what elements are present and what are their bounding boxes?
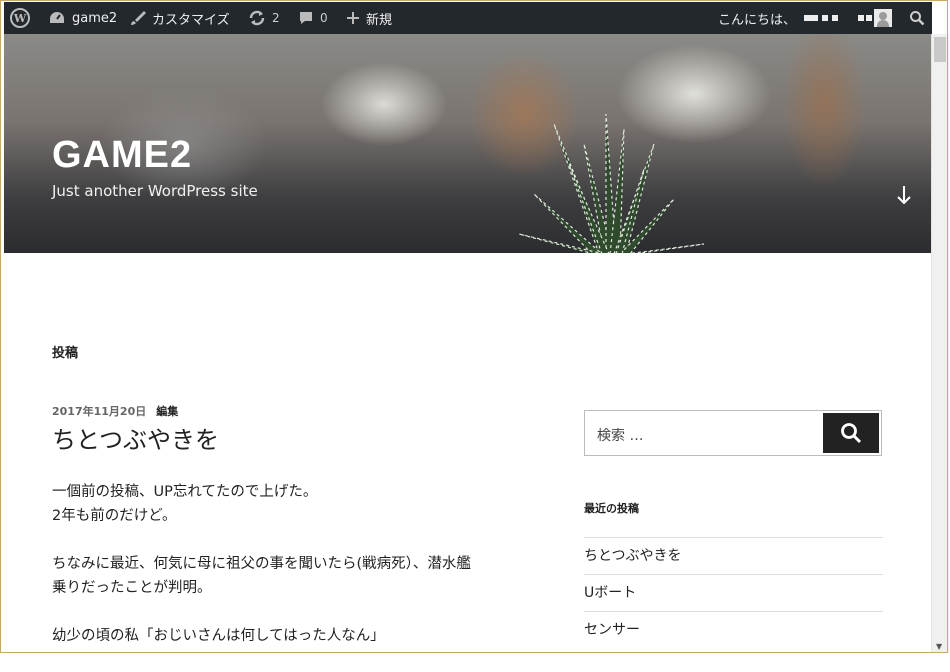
plus-icon — [347, 12, 359, 24]
post-paragraph: 一個前の投稿、UP忘れてたので上げた。 2年も前のだけど。 — [52, 480, 471, 528]
recent-post-link[interactable]: Uボート — [584, 574, 883, 611]
new-label: 新規 — [366, 12, 393, 28]
updates-button[interactable]: 2 — [248, 2, 280, 34]
recent-posts-title: 最近の投稿 — [584, 502, 639, 515]
greeting-label: こんにちは、 — [718, 12, 797, 28]
post-line: 2年も前のだけど。 — [52, 508, 177, 524]
site-name-label: game2 — [72, 10, 118, 26]
site-header: GAME2 Just another WordPress site — [4, 34, 931, 253]
recent-post-link[interactable]: ちとつぶやきを — [584, 537, 883, 574]
redacted-username — [822, 15, 828, 21]
post-title[interactable]: ちとつぶやきを — [52, 420, 219, 455]
redacted-username — [804, 15, 818, 21]
brush-icon — [131, 11, 146, 25]
customize-button[interactable]: カスタマイズ — [130, 2, 230, 34]
post-line: 一個前の投稿、UP忘れてたので上げた。 — [52, 484, 318, 500]
new-content-button[interactable]: 新規 — [346, 2, 392, 34]
redacted-username — [858, 15, 864, 21]
post-line: ちなみに最近、何気に母に祖父の事を聞いたら(戦病死）、潜水艦 — [52, 556, 471, 572]
my-account-menu[interactable]: こんにちは、 — [718, 2, 796, 34]
search-submit-button[interactable] — [823, 413, 879, 453]
edit-post-link[interactable]: 編集 — [156, 405, 178, 418]
vertical-scrollbar[interactable]: ▼ — [931, 34, 949, 653]
post-line: 乗りだったことが判明。 — [52, 580, 212, 596]
redacted-username — [866, 15, 872, 21]
scroll-down-arrow-icon[interactable] — [896, 184, 912, 212]
site-tagline: Just another WordPress site — [52, 182, 258, 200]
customize-label: カスタマイズ — [152, 12, 230, 28]
wordpress-icon: W — [10, 8, 30, 28]
search-icon — [910, 11, 925, 26]
post-meta: 2017年11月20日 編集 — [52, 403, 178, 419]
site-name-menu[interactable]: game2 — [48, 2, 117, 34]
sidebar-search-form: 検索 … — [584, 410, 882, 456]
post-paragraph: 幼少の頃の私「おじいさんは何してはった人なん」 — [52, 624, 471, 648]
redacted-username — [832, 15, 838, 21]
site-title[interactable]: GAME2 — [52, 134, 192, 177]
recent-post-link[interactable]: センサー — [584, 611, 883, 648]
post-paragraph: ちなみに最近、何気に母に祖父の事を聞いたら(戦病死）、潜水艦 乗りだったことが判… — [52, 552, 471, 600]
scroll-down-button[interactable]: ▼ — [936, 642, 942, 651]
scrollbar-thumb[interactable] — [934, 37, 946, 62]
wordpress-logo-button[interactable]: W — [10, 2, 30, 34]
adminbar-search-button[interactable] — [905, 2, 929, 34]
dashboard-icon — [50, 12, 64, 23]
post-line: 幼少の頃の私「おじいさんは何してはった人なん」 — [52, 628, 385, 644]
post-date-link[interactable]: 2017年11月20日 — [52, 405, 146, 418]
avatar[interactable] — [874, 9, 892, 27]
page-heading: 投稿 — [52, 346, 79, 361]
search-icon — [841, 423, 862, 444]
comments-count: 0 — [320, 11, 328, 25]
post-content: 一個前の投稿、UP忘れてたので上げた。 2年も前のだけど。 ちなみに最近、何気に… — [52, 480, 471, 672]
header-plant-image — [518, 113, 705, 253]
updates-count: 2 — [272, 11, 280, 25]
admin-bar: W game2 カスタマイズ 2 0 新規 こんにちは、 — [4, 2, 932, 34]
updates-icon — [249, 10, 265, 26]
search-input[interactable]: 検索 … — [597, 425, 643, 445]
comments-button[interactable]: 0 — [298, 2, 328, 34]
comment-icon — [300, 12, 312, 24]
recent-posts-list: ちとつぶやきを Uボート センサー — [584, 537, 883, 648]
